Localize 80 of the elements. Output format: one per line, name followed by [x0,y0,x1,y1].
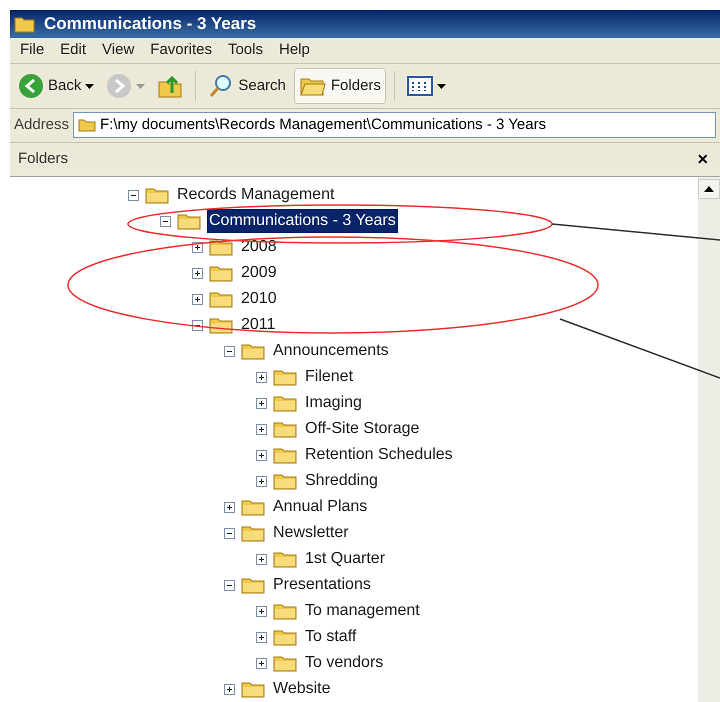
expand-icon[interactable] [256,372,267,382]
tree-item[interactable]: Communications - 3 Years [207,209,398,233]
folder-icon [273,394,297,412]
tree-item[interactable]: Announcements [271,339,391,363]
folder-icon [209,264,233,282]
tree-item[interactable]: Annual Plans [271,495,370,519]
expand-icon[interactable] [256,398,267,408]
tree-item[interactable]: To management [303,599,422,623]
tree-item[interactable]: Retention Schedules [303,443,455,467]
folder-icon [273,472,297,490]
expand-icon[interactable] [224,502,235,512]
expand-icon[interactable] [192,268,203,278]
collapse-icon[interactable] [128,190,139,200]
folder-icon [241,680,265,698]
expand-icon[interactable] [256,476,267,486]
folder-icon [273,446,297,464]
expand-icon[interactable] [256,424,267,434]
menu-item[interactable]: Edit [54,39,92,62]
tree-item[interactable]: Newsletter [271,521,351,545]
caret-icon [436,84,446,89]
tree-item[interactable]: Website [271,677,333,701]
folder-icon [273,368,297,386]
folder-icon [273,602,297,620]
window-title: Communications - 3 Years [44,13,256,36]
expand-icon[interactable] [192,294,203,304]
tree-item[interactable]: Presentations [271,573,373,597]
folder-icon [177,212,201,230]
folder-icon [241,498,265,516]
collapse-icon[interactable] [224,346,235,356]
expand-icon[interactable] [256,632,267,642]
tree-item[interactable]: 2009 [239,261,279,285]
menu-item[interactable]: File [14,39,50,62]
expand-icon[interactable] [256,606,267,616]
menu-item[interactable]: Help [273,39,316,62]
caret-icon [85,84,94,89]
collapse-icon[interactable] [224,528,235,538]
scroll-up-button[interactable] [698,179,720,199]
tree-item[interactable]: Records Management [175,183,336,207]
pane-title: Folders [18,149,68,170]
folder-icon [241,524,265,542]
collapse-icon[interactable] [160,216,171,226]
folder-icon [273,628,297,646]
tree-item[interactable]: 2010 [239,287,279,311]
folder-icon [273,550,297,568]
up-arrow-icon [704,186,714,192]
expand-icon[interactable] [256,450,267,460]
address-label: Address [14,115,70,136]
folders-button[interactable]: Folders [294,68,386,104]
folder-up-icon [157,73,184,100]
tree-item[interactable]: 1st Quarter [303,547,388,571]
views-icon [406,75,433,98]
close-button[interactable]: × [693,150,712,168]
folder-icon [78,118,96,132]
folder-icon [209,238,233,256]
expand-icon[interactable] [224,684,235,694]
tree-item[interactable]: To vendors [303,651,386,675]
tree-item[interactable]: Filenet [303,365,356,389]
tree-item[interactable]: To staff [303,625,358,649]
folder-icon [209,290,233,308]
tree-item[interactable]: 2011 [239,313,278,337]
folder-icon [241,576,265,594]
collapse-icon[interactable] [224,580,235,590]
tree-item[interactable]: Imaging [303,391,364,415]
search-button[interactable]: Search [204,68,290,104]
menu-item[interactable]: View [96,39,140,62]
folder-icon [145,186,169,204]
address-field[interactable]: F:\my documents\Records Management\Communications - 3 Years [73,112,716,138]
expand-icon[interactable] [256,658,267,668]
caret-icon [136,84,146,89]
back-button[interactable]: Back [14,68,98,104]
tree-item[interactable]: Shredding [303,469,380,493]
tree-item[interactable]: Off-Site Storage [303,417,422,441]
folder-icon [273,420,297,438]
folder-icon [241,342,265,360]
expand-icon[interactable] [256,554,267,564]
folder-icon [14,15,36,34]
menu-item[interactable]: Tools [222,39,269,62]
folder-icon [273,654,297,672]
menu-item[interactable]: Favorites [144,39,218,62]
scrollbar[interactable] [698,177,720,702]
